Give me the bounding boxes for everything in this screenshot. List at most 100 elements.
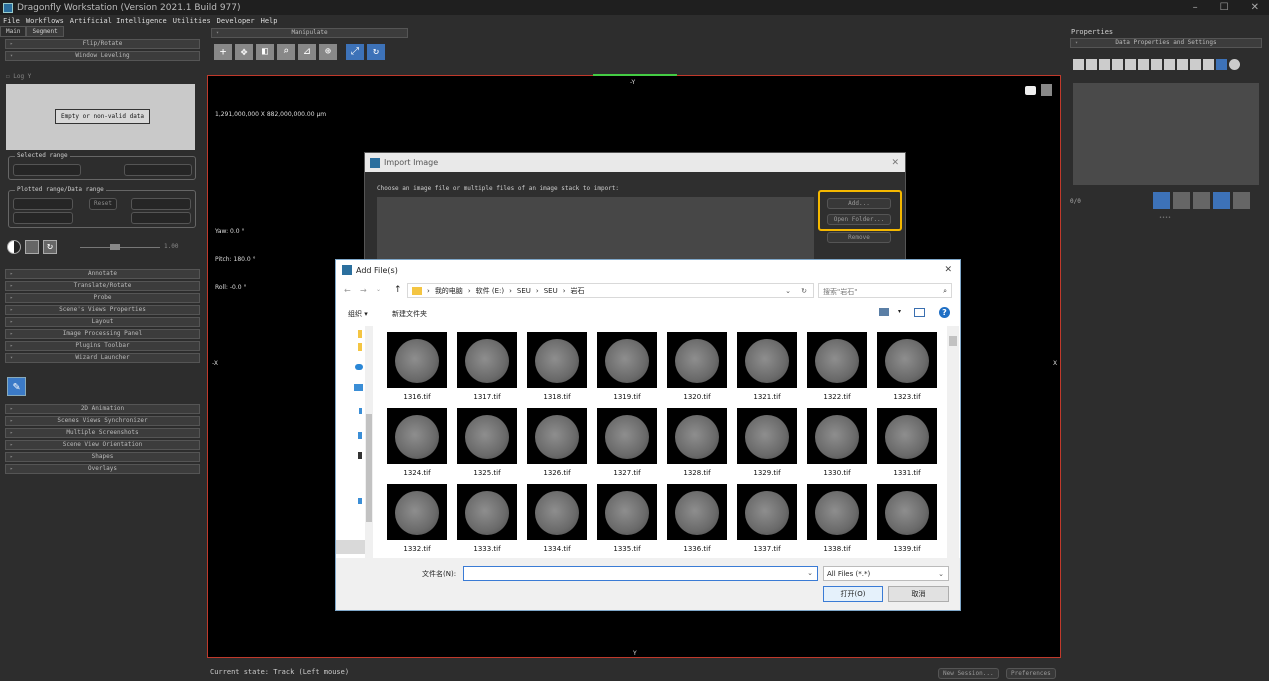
dataset-icon[interactable] [1190, 59, 1201, 70]
plotted-min[interactable] [13, 198, 73, 210]
breadcrumb-seu-1[interactable]: SEU [517, 287, 531, 295]
add-button[interactable]: Add... [827, 198, 891, 209]
file-name[interactable]: 1333.tif [457, 545, 517, 553]
menu-developer[interactable]: Developer [217, 17, 255, 25]
menu-utilities[interactable]: Utilities [173, 17, 211, 25]
shield-icon[interactable] [1153, 192, 1170, 209]
section-annotate[interactable]: ▸ Annotate [5, 269, 200, 279]
wizard-rocket-icon[interactable]: ✎ [7, 377, 26, 396]
camera-icon[interactable] [1025, 86, 1036, 95]
file-name[interactable]: 1336.tif [667, 545, 727, 553]
file-scrollbar[interactable] [947, 326, 959, 558]
section-probe[interactable]: ▸ Probe [5, 293, 200, 303]
export-icon[interactable] [1193, 192, 1210, 209]
table-icon[interactable] [1073, 59, 1084, 70]
new-folder-button[interactable]: 新建文件夹 [392, 309, 427, 319]
shape-icon[interactable] [1138, 59, 1149, 70]
breadcrumb-drive[interactable]: 软件 (E:) [476, 286, 504, 296]
reset-icon[interactable]: ↻ [43, 240, 57, 254]
nav-scrollbar[interactable] [365, 326, 373, 558]
file-thumbnail[interactable] [387, 332, 447, 388]
roi-icon[interactable] [1099, 59, 1110, 70]
open-folder-button[interactable]: Open Folder... [827, 214, 891, 225]
colormap-icon[interactable] [25, 240, 39, 254]
file-thumbnail[interactable] [877, 484, 937, 540]
preview-pane-icon[interactable] [914, 308, 925, 317]
section-scene-views-properties[interactable]: ▸ Scene's Views Properties [5, 305, 200, 315]
nav-item-icon[interactable] [358, 452, 362, 459]
rotate-icon[interactable]: ◧ [256, 44, 274, 60]
file-name[interactable]: 1323.tif [877, 393, 937, 401]
tab-main[interactable]: Main [0, 26, 27, 37]
section-shapes[interactable]: ▸ Shapes [5, 452, 200, 462]
file-name[interactable]: 1335.tif [597, 545, 657, 553]
file-thumbnail[interactable] [387, 408, 447, 464]
quick-access-icon[interactable] [358, 330, 362, 338]
chevron-down-icon[interactable]: ⌄ [807, 569, 813, 577]
close-icon[interactable]: ✕ [891, 158, 899, 168]
section-wizard-launcher[interactable]: ▾ Wizard Launcher [5, 353, 200, 363]
data-properties-header[interactable]: ▾ Data Properties and Settings [1070, 38, 1262, 48]
file-name[interactable]: 1326.tif [527, 469, 587, 477]
file-thumbnail[interactable] [667, 484, 727, 540]
zoom-icon[interactable]: ⌕ [277, 44, 295, 60]
file-grid[interactable]: 1316.tif 1317.tif 1318.tif 1319.tif 1320.tif… [381, 330, 946, 558]
file-name[interactable]: 1325.tif [457, 469, 517, 477]
forward-icon[interactable]: → [360, 286, 367, 295]
plotted-max[interactable] [131, 198, 191, 210]
onedrive-icon[interactable] [355, 364, 363, 370]
invert-icon[interactable] [7, 240, 21, 254]
file-name[interactable]: 1337.tif [737, 545, 797, 553]
scene-icon[interactable] [1041, 84, 1052, 96]
file-name[interactable]: 1322.tif [807, 393, 867, 401]
menu-workflows[interactable]: Workflows [26, 17, 64, 25]
file-scrollbar-thumb[interactable] [949, 336, 957, 346]
folder-icon[interactable] [358, 343, 362, 351]
file-name[interactable]: 1319.tif [597, 393, 657, 401]
nav-scrollbar-thumb[interactable] [366, 414, 372, 522]
measure-icon[interactable] [1177, 59, 1188, 70]
eye-icon[interactable] [1229, 59, 1240, 70]
file-thumbnail[interactable] [527, 332, 587, 388]
help-icon[interactable]: ? [939, 307, 950, 318]
graph-icon[interactable] [1164, 59, 1175, 70]
menu-ai[interactable]: Artificial Intelligence [70, 17, 167, 25]
filename-input[interactable]: ⌄ [463, 566, 818, 581]
section-window-leveling[interactable]: ▾ Window Leveling [5, 51, 200, 61]
menu-file[interactable]: File [3, 17, 20, 25]
target-icon[interactable]: ⊕ [319, 44, 337, 60]
section-views-synchronizer[interactable]: ▸ Scenes Views Synchronizer [5, 416, 200, 426]
section-multiple-screenshots[interactable]: ▸ Multiple Screenshots [5, 428, 200, 438]
nav-item-icon[interactable] [358, 432, 362, 439]
file-thumbnail[interactable] [667, 408, 727, 464]
file-name[interactable]: 1332.tif [387, 545, 447, 553]
section-plugins-toolbar[interactable]: ▸ Plugins Toolbar [5, 341, 200, 351]
copy-icon[interactable] [1173, 192, 1190, 209]
section-layout[interactable]: ▸ Layout [5, 317, 200, 327]
file-thumbnail[interactable] [527, 408, 587, 464]
refresh-icon[interactable]: ↻ [801, 287, 807, 295]
file-name[interactable]: 1316.tif [387, 393, 447, 401]
nav-item-icon[interactable] [359, 408, 362, 414]
file-thumbnail[interactable] [807, 484, 867, 540]
file-thumbnail[interactable] [597, 484, 657, 540]
search-input[interactable]: 搜索"岩石" ⌕ [818, 283, 952, 298]
resize-grip[interactable]: •••• [1159, 215, 1171, 221]
organize-menu[interactable]: 组织 ▾ [348, 309, 368, 319]
log-y-checkbox[interactable]: ☐ Log Y [6, 73, 31, 80]
mesh-icon[interactable] [1125, 59, 1136, 70]
window-level-icon[interactable]: ⊿ [298, 44, 316, 60]
file-thumbnail[interactable] [737, 484, 797, 540]
file-name[interactable]: 1321.tif [737, 393, 797, 401]
file-thumbnail[interactable] [387, 484, 447, 540]
file-thumbnail[interactable] [807, 332, 867, 388]
file-name[interactable]: 1338.tif [807, 545, 867, 553]
file-name[interactable]: 1317.tif [457, 393, 517, 401]
image-icon[interactable] [1086, 59, 1097, 70]
file-thumbnail[interactable] [597, 332, 657, 388]
fit-icon[interactable]: ⤢ [346, 44, 364, 60]
new-session-button[interactable]: New Session... [938, 668, 999, 679]
nav-pane[interactable] [336, 326, 373, 558]
file-thumbnail[interactable] [457, 408, 517, 464]
back-icon[interactable]: ← [344, 286, 351, 295]
